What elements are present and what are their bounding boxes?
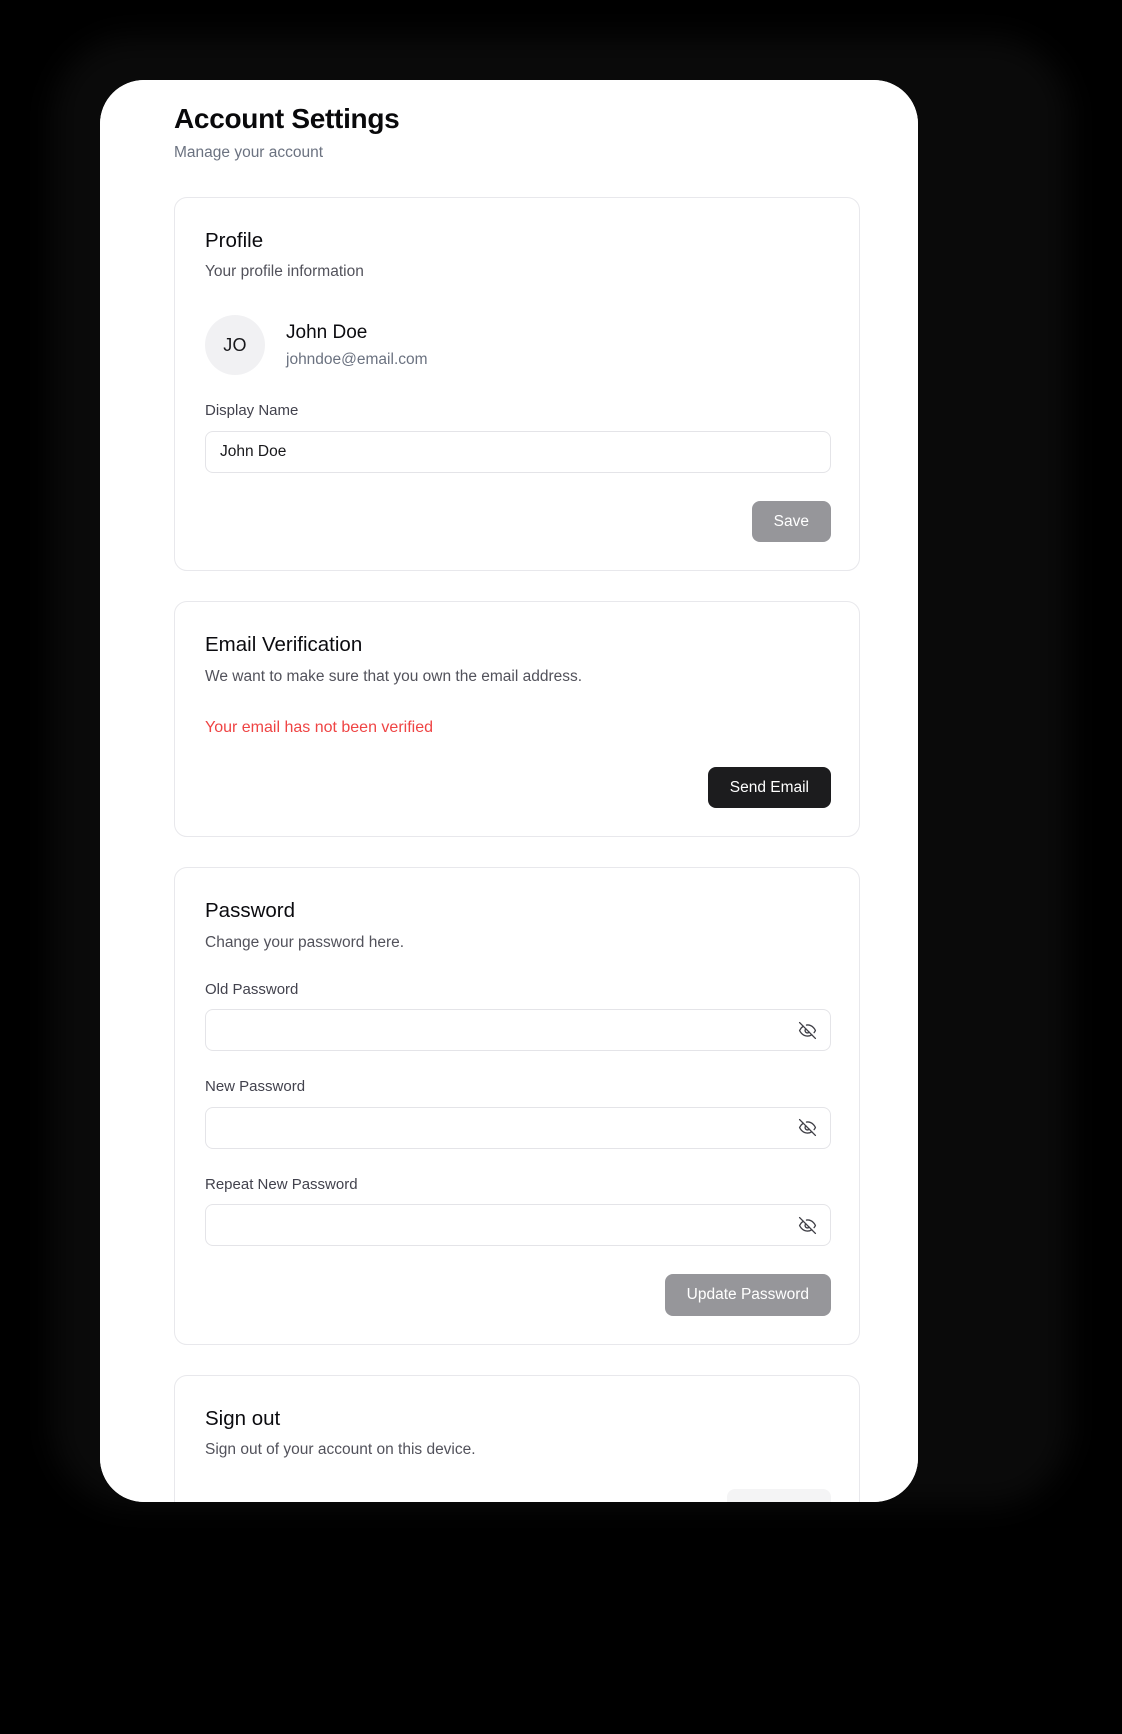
- avatar: JO: [205, 315, 265, 376]
- new-password-input-wrap: [205, 1106, 831, 1149]
- sign-out-button[interactable]: Sign Out: [726, 1489, 831, 1502]
- profile-actions: Save: [205, 500, 831, 543]
- repeat-password-label: Repeat New Password: [205, 1175, 358, 1193]
- display-name-field: Display Name: [205, 401, 831, 473]
- send-email-button[interactable]: Send Email: [707, 766, 831, 809]
- password-card: Password Change your password here. Old …: [174, 867, 860, 1345]
- profile-card: Profile Your profile information JO John…: [174, 196, 860, 572]
- display-name-label: Display Name: [205, 402, 299, 420]
- email-verification-title: Email Verification: [205, 633, 363, 657]
- new-password-field: New Password: [205, 1077, 831, 1149]
- new-password-label: New Password: [205, 1078, 306, 1096]
- save-button[interactable]: Save: [751, 500, 831, 543]
- new-password-input[interactable]: [205, 1106, 831, 1149]
- eye-off-icon[interactable]: [795, 1213, 819, 1237]
- sign-out-actions: Sign Out: [205, 1489, 831, 1502]
- repeat-password-input[interactable]: [205, 1204, 831, 1247]
- old-password-input-wrap: [205, 1009, 831, 1052]
- email-verification-status: Your email has not been verified: [205, 718, 433, 736]
- email-verification-actions: Send Email: [205, 766, 831, 809]
- update-password-button[interactable]: Update Password: [664, 1274, 831, 1316]
- display-name-input-wrap: [205, 430, 831, 473]
- page-title: Account Settings: [174, 103, 400, 134]
- device-frame: Account Settings Manage your account Pro…: [100, 80, 918, 1502]
- password-title: Password: [205, 899, 296, 923]
- old-password-label: Old Password: [205, 980, 299, 998]
- account-settings-screen: Account Settings Manage your account Pro…: [100, 80, 918, 1502]
- eye-off-icon[interactable]: [795, 1018, 819, 1042]
- profile-title: Profile: [205, 228, 264, 252]
- sign-out-description: Sign out of your account on this device.: [205, 1441, 476, 1459]
- repeat-password-field: Repeat New Password: [205, 1175, 831, 1247]
- old-password-input[interactable]: [205, 1009, 831, 1052]
- sign-out-card: Sign out Sign out of your account on thi…: [174, 1374, 860, 1502]
- repeat-password-input-wrap: [205, 1204, 831, 1247]
- password-actions: Update Password: [205, 1274, 831, 1316]
- password-description: Change your password here.: [205, 933, 405, 951]
- email-verification-card: Email Verification We want to make sure …: [174, 601, 860, 838]
- device-stage: Account Settings Manage your account Pro…: [0, 0, 1122, 1734]
- old-password-field: Old Password: [205, 980, 831, 1052]
- page-subtitle: Manage your account: [174, 143, 324, 161]
- page-header: Account Settings Manage your account: [174, 102, 860, 163]
- profile-email: johndoe@email.com: [286, 350, 428, 368]
- email-verification-description: We want to make sure that you own the em…: [205, 667, 583, 685]
- profile-name: John Doe: [286, 321, 368, 343]
- profile-description: Your profile information: [205, 263, 364, 281]
- eye-off-icon[interactable]: [795, 1116, 819, 1140]
- sign-out-title: Sign out: [205, 1406, 281, 1430]
- profile-identity: JO John Doe johndoe@email.com: [205, 315, 831, 376]
- identity-text: John Doe johndoe@email.com: [286, 321, 428, 370]
- display-name-input[interactable]: [205, 430, 831, 473]
